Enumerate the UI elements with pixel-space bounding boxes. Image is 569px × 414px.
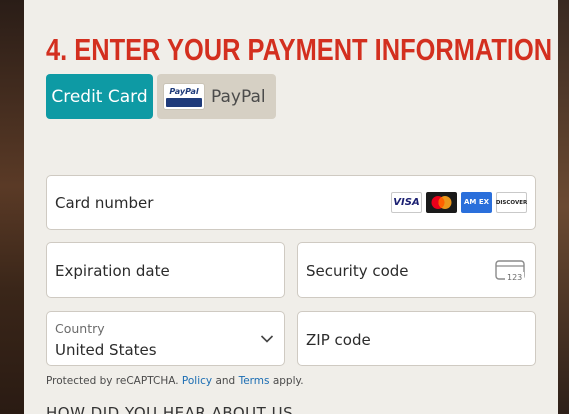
tab-paypal[interactable]: PayPal PayPal (157, 74, 276, 119)
country-value: United States (55, 341, 157, 359)
page-background-left (0, 0, 24, 414)
section-heading: 4. ENTER YOUR PAYMENT INFORMATION (46, 32, 553, 67)
chevron-down-icon (260, 335, 274, 343)
payment-panel: 4. ENTER YOUR PAYMENT INFORMATION Credit… (24, 0, 558, 414)
zip-code-field[interactable]: ZIP code (297, 311, 536, 366)
country-label: Country (55, 321, 105, 336)
security-code-field[interactable]: Security code 123 (297, 242, 536, 298)
card-brands: VISA AM EX DISCOVER (391, 192, 527, 213)
discover-icon: DISCOVER (496, 192, 527, 213)
how-did-you-hear-heading: HOW DID YOU HEAR ABOUT US (46, 404, 294, 414)
paypal-logo-icon: PayPal (163, 83, 205, 110)
recaptcha-policy-link[interactable]: Policy (182, 375, 212, 387)
security-code-placeholder: Security code (306, 262, 409, 280)
page-background-right (558, 0, 569, 414)
recaptcha-notice: Protected by reCAPTCHA. Policy and Terms… (46, 375, 304, 387)
tab-paypal-label: PayPal (211, 86, 266, 107)
expiration-date-field[interactable]: Expiration date (46, 242, 285, 298)
visa-icon: VISA (391, 192, 422, 213)
card-number-field[interactable]: Card number VISA AM EX DISCOVER (46, 175, 536, 230)
amex-icon: AM EX (461, 192, 492, 213)
recaptcha-terms-link[interactable]: Terms (239, 375, 270, 387)
country-select[interactable]: Country United States (46, 311, 285, 366)
tab-credit-card[interactable]: Credit Card (46, 74, 153, 119)
card-number-placeholder: Card number (55, 194, 154, 212)
cvv-card-icon: 123 (495, 260, 525, 282)
mastercard-icon (426, 192, 457, 213)
expiration-date-placeholder: Expiration date (55, 262, 170, 280)
zip-code-placeholder: ZIP code (306, 331, 371, 349)
tab-credit-card-label: Credit Card (51, 86, 148, 107)
svg-text:123: 123 (507, 273, 522, 282)
